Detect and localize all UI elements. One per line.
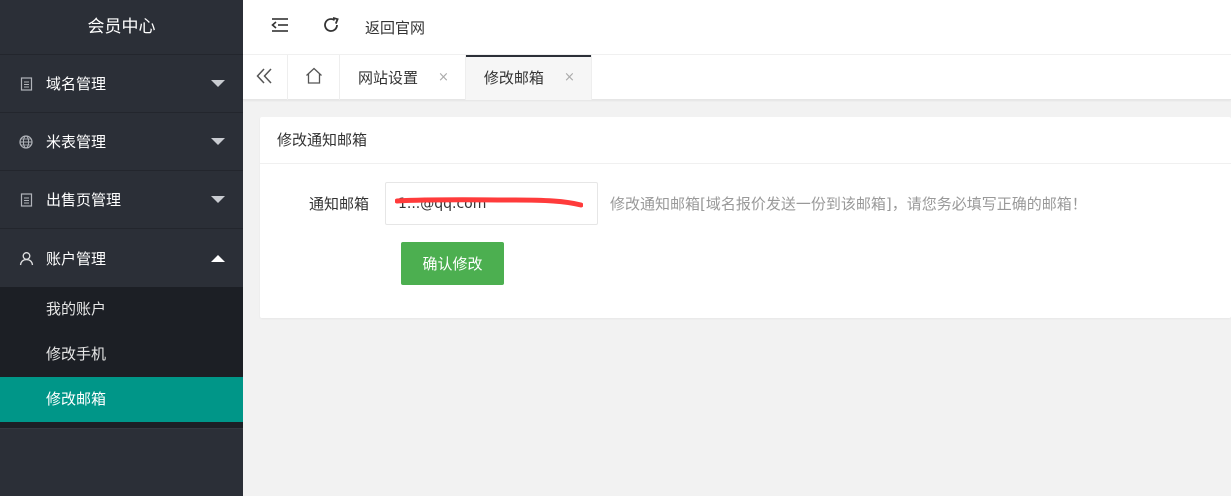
sidebar-item-label: 域名管理 — [46, 75, 107, 93]
caret-down-icon — [211, 196, 225, 203]
email-field[interactable] — [385, 182, 598, 225]
caret-up-icon — [211, 254, 225, 262]
tab-label: 修改邮箱 — [483, 69, 544, 87]
top-header: 返回官网 — [243, 0, 1231, 55]
submenu-spacer — [0, 422, 243, 428]
email-field-label: 通知邮箱 — [308, 195, 369, 213]
email-hint-text: 修改通知邮箱[域名报价发送一份到该邮箱]，请您务必填写正确的邮箱！ — [610, 195, 1087, 213]
sidebar-item-label: 账户管理 — [46, 249, 107, 268]
sidebar-item-sale-page-management[interactable]: 出售页管理 — [0, 171, 243, 229]
email-input-wrapper — [385, 182, 598, 225]
tab-change-email[interactable]: 修改邮箱 × — [465, 55, 592, 100]
sidebar-title: 会员中心 — [0, 0, 243, 55]
change-email-card: 修改通知邮箱 通知邮箱 修改通知邮箱[域名报价发送一份到该邮箱]，请您务必填写正… — [260, 117, 1231, 318]
submenu-item-my-account[interactable]: 我的账户 — [0, 287, 243, 332]
tab-label: 网站设置 — [358, 69, 419, 87]
tab-home[interactable] — [288, 55, 340, 100]
collapse-sidebar-button[interactable] — [255, 0, 305, 55]
card-title: 修改通知邮箱 — [260, 117, 1231, 164]
globe-icon — [18, 134, 34, 150]
tab-scroll-left-button[interactable] — [243, 55, 288, 100]
document-icon — [18, 192, 34, 208]
sidebar-item-account-management[interactable]: 账户管理 — [0, 229, 243, 287]
sidebar-item-mibiao-management[interactable]: 米表管理 — [0, 113, 243, 171]
caret-down-icon — [211, 80, 225, 87]
submenu-item-change-phone[interactable]: 修改手机 — [0, 332, 243, 377]
close-icon[interactable]: × — [438, 70, 449, 85]
sidebar: 会员中心 域名管理 米表管理 出售页管理 账户管理 我的账户 修改手机 修改邮箱 — [0, 0, 243, 496]
tab-website-settings[interactable]: 网站设置 × — [340, 55, 466, 100]
refresh-button[interactable] — [305, 0, 357, 55]
double-chevron-left-icon — [256, 67, 274, 88]
sidebar-item-domain-management[interactable]: 域名管理 — [0, 55, 243, 113]
email-form-row: 通知邮箱 修改通知邮箱[域名报价发送一份到该邮箱]，请您务必填写正确的邮箱！ — [260, 182, 1231, 225]
sidebar-item-label: 米表管理 — [46, 133, 107, 151]
sidebar-item-label: 出售页管理 — [46, 191, 122, 209]
submenu-item-change-email[interactable]: 修改邮箱 — [0, 377, 243, 422]
confirm-change-button[interactable]: 确认修改 — [401, 242, 504, 285]
refresh-icon — [322, 16, 340, 38]
account-submenu: 我的账户 修改手机 修改邮箱 — [0, 287, 243, 429]
document-icon — [18, 76, 34, 92]
close-icon[interactable]: × — [564, 70, 575, 85]
home-icon — [305, 67, 323, 88]
back-to-official-site-link[interactable]: 返回官网 — [365, 17, 425, 38]
user-icon — [18, 250, 34, 266]
menu-fold-icon — [271, 17, 289, 37]
caret-down-icon — [211, 138, 225, 145]
tab-bar: 网站设置 × 修改邮箱 × — [243, 55, 1231, 100]
